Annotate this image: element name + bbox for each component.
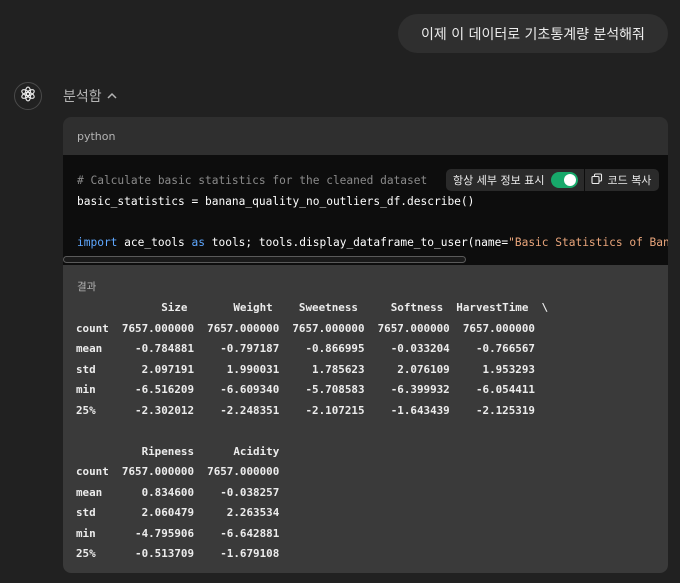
statistics-output: Size Weight Sweetness Softness HarvestTi…	[76, 298, 548, 565]
copy-icon	[591, 172, 603, 188]
analysis-status-toggle[interactable]: 분석함	[63, 86, 117, 106]
table2-row-std: std 2.060479 2.263534	[76, 506, 280, 519]
copy-code-label: 코드 복사	[607, 174, 652, 187]
horizontal-scrollbar[interactable]	[63, 256, 466, 263]
assistant-avatar	[14, 82, 42, 110]
code-line-describe: basic_statistics = banana_quality_no_out…	[77, 194, 475, 208]
table2-row-mean: mean 0.834600 -0.038257	[76, 485, 280, 499]
result-label: 결과	[77, 281, 97, 293]
code-string: "Basic Statistics of Banan	[508, 235, 668, 249]
table1-row-count: count 7657.000000 7657.000000 7657.00000…	[76, 321, 535, 335]
table1-row-std: std 2.097191 1.990031 1.785623 2.076109 …	[76, 362, 535, 376]
code-keyword-as: as	[191, 235, 205, 249]
code-language-label: python	[77, 129, 116, 143]
table2-row-count: count 7657.000000 7657.000000	[76, 465, 280, 478]
result-panel: 결과 Size Weight Sweetness Softness Harves…	[63, 265, 668, 573]
always-show-details-toggle[interactable]: 항상 세부 정보 표시	[446, 169, 585, 191]
code-header: python	[63, 117, 668, 155]
code-keyword-import: import	[77, 235, 118, 249]
user-message-bubble: 이제 이 데이터로 기초통계량 분석해줘	[398, 14, 668, 53]
code-output-card: python # Calculate basic statistics for …	[63, 117, 668, 573]
code-module: ace_tools	[117, 235, 192, 249]
analysis-status-label: 분석함	[63, 89, 102, 105]
table1-row-min: min -6.516209 -6.609340 -5.708583 -6.399…	[76, 383, 535, 396]
toggle-switch[interactable]	[551, 172, 579, 188]
table1-row-mean: mean -0.784881 -0.797187 -0.866995 -0.03…	[76, 342, 535, 355]
code-call: tools; tools.display_dataframe_to_user(n…	[205, 235, 509, 249]
table2-row-min: min -4.795906 -6.642881	[76, 526, 280, 540]
code-line-comment: # Calculate basic statistics for the cle…	[77, 174, 428, 187]
copy-code-button[interactable]: 코드 복사	[585, 169, 660, 191]
openai-logo-icon	[19, 85, 37, 107]
table2-row-25: 25% -0.513709 -1.679108	[76, 547, 280, 560]
table1-row-25: 25% -2.302012 -2.248351 -2.107215 -1.643…	[76, 403, 535, 417]
user-message-text: 이제 이 데이터로 기초통계량 분석해줘	[421, 26, 645, 43]
toggle-knob	[564, 174, 577, 186]
table1-header: Size Weight Sweetness Softness HarvestTi…	[76, 301, 549, 314]
code-body: # Calculate basic statistics for the cle…	[63, 155, 668, 265]
table2-header: Ripeness Acidity	[76, 444, 280, 458]
code-toolbar: 항상 세부 정보 표시 코드 복사	[446, 169, 660, 191]
code-line-import: import ace_tools as tools; tools.display…	[77, 236, 668, 249]
chevron-up-icon	[107, 88, 117, 104]
always-show-details-label: 항상 세부 정보 표시	[453, 174, 545, 187]
